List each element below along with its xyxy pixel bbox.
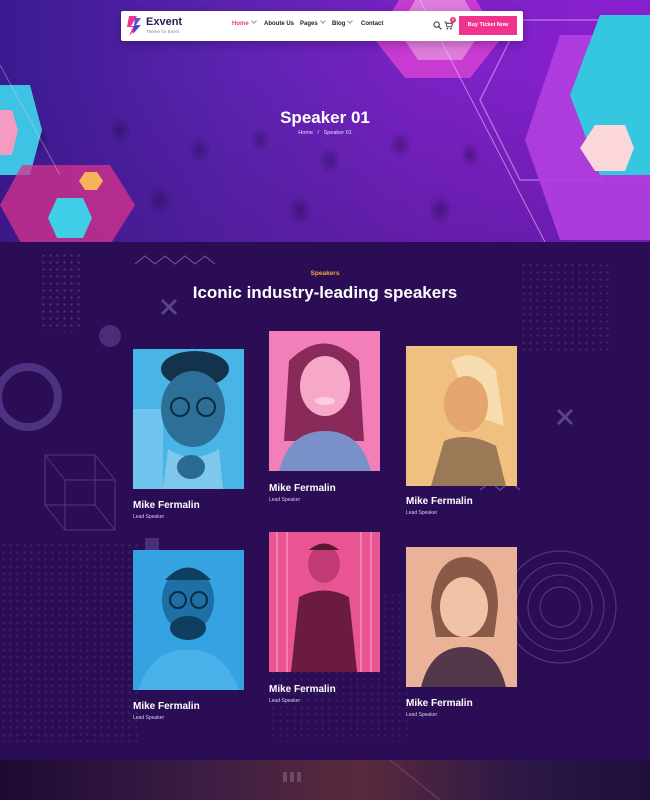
speaker-photo[interactable] xyxy=(406,346,517,486)
section-heading: Iconic industry-leading speakers xyxy=(192,283,458,302)
speaker-photo[interactable] xyxy=(406,547,517,687)
breadcrumb-home-link[interactable]: Home xyxy=(298,130,313,136)
next-section-background xyxy=(0,759,650,800)
speaker-photo[interactable] xyxy=(269,532,380,672)
speaker-name[interactable]: Mike Fermalin xyxy=(133,500,200,511)
breadcrumb: Home / Speaker 01 xyxy=(0,130,650,136)
speaker-role: Lead Speaker xyxy=(406,510,438,516)
nav-item-blog[interactable]: Blog xyxy=(332,18,354,27)
speaker-role: Lead Speaker xyxy=(269,698,301,704)
nav-item-pages[interactable]: Pages xyxy=(300,18,326,27)
nav-item-label: Blog xyxy=(332,21,346,27)
chevron-down-icon xyxy=(319,18,326,24)
chevron-down-icon xyxy=(347,18,354,24)
logo-icon[interactable] xyxy=(127,16,143,36)
logo-tagline: Theme for Event xyxy=(146,29,180,34)
speaker-role: Lead Speaker xyxy=(269,497,301,503)
chevron-down-icon xyxy=(250,18,257,24)
breadcrumb-separator: / xyxy=(317,130,320,136)
speaker-photo[interactable] xyxy=(133,550,244,690)
nav-item-label: Pages xyxy=(300,21,318,27)
logo-title[interactable]: Exvent xyxy=(146,16,182,28)
section-eyebrow: Speakers xyxy=(310,270,340,277)
page-title: Speaker 01 xyxy=(280,108,370,127)
nav-item-home[interactable]: Home xyxy=(232,18,257,27)
buy-ticket-button[interactable]: Buy Ticket Now xyxy=(458,15,518,36)
nav-item-label: Aboute Us xyxy=(264,21,294,27)
main-navbar: Exvent Theme for Event Home Aboute Us Pa… xyxy=(121,11,523,41)
page-banner: Exvent Theme for Event Home Aboute Us Pa… xyxy=(0,0,650,242)
speaker-name[interactable]: Mike Fermalin xyxy=(406,496,473,507)
nav-item-label: Home xyxy=(232,21,249,27)
speaker-name[interactable]: Mike Fermalin xyxy=(269,684,336,695)
speaker-name[interactable]: Mike Fermalin xyxy=(133,701,200,712)
speaker-name[interactable]: Mike Fermalin xyxy=(269,483,336,494)
nav-item-contact[interactable]: Contact xyxy=(361,21,383,27)
speaker-name[interactable]: Mike Fermalin xyxy=(406,698,473,709)
speaker-photo[interactable] xyxy=(269,331,380,471)
search-icon[interactable] xyxy=(433,21,442,30)
speaker-role: Lead Speaker xyxy=(133,715,165,721)
speakers-section: Mike Fermalin Lead Speaker Mike Fermalin… xyxy=(0,242,650,760)
cart-count-badge: 0 xyxy=(450,17,456,23)
nav-item-about[interactable]: Aboute Us xyxy=(264,21,294,27)
geometric-decoration xyxy=(0,255,617,664)
stage-lights-decoration xyxy=(283,759,441,800)
breadcrumb-current: Speaker 01 xyxy=(323,130,352,136)
speaker-role: Lead Speaker xyxy=(133,514,165,520)
speaker-role: Lead Speaker xyxy=(406,712,438,718)
speaker-photo[interactable] xyxy=(133,349,244,489)
nav-item-label: Contact xyxy=(361,21,384,27)
